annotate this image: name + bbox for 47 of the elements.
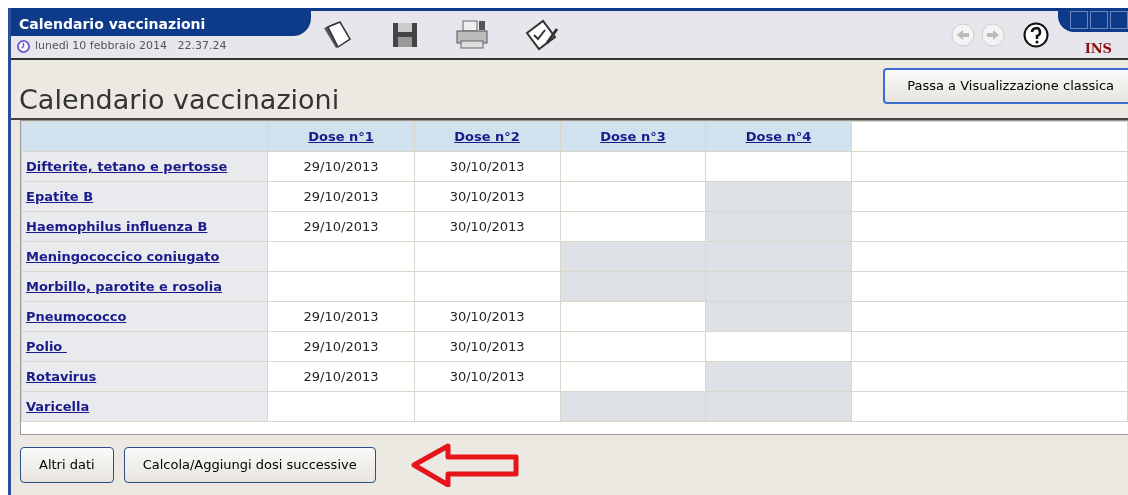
date-time: lunedì 10 febbraio 2014 22.37.24 (35, 38, 227, 54)
close-button[interactable] (1110, 11, 1128, 29)
window-title: Calendario vaccinazioni (11, 11, 311, 36)
dose-cell[interactable] (560, 361, 706, 392)
dose-cell[interactable]: 29/10/2013 (267, 151, 415, 182)
save-icon[interactable] (391, 20, 419, 49)
vaccine-link[interactable]: Rotavirus (26, 369, 97, 385)
checklist-icon[interactable] (525, 18, 559, 51)
dose-cell[interactable] (560, 211, 706, 242)
dose-cell[interactable]: 29/10/2013 (267, 361, 415, 392)
minimize-button[interactable] (1070, 11, 1088, 29)
vaccine-link[interactable]: Epatite B (26, 189, 94, 205)
dose-cell[interactable] (267, 271, 415, 302)
page-title: Calendario vaccinazioni (19, 83, 340, 118)
dose-cell[interactable] (414, 271, 561, 302)
dose-cell[interactable]: 29/10/2013 (267, 181, 415, 212)
dose-cell[interactable] (267, 391, 415, 422)
dose-cell[interactable]: 29/10/2013 (267, 301, 415, 332)
dose-cell[interactable] (267, 241, 415, 272)
dose-cell[interactable] (560, 301, 706, 332)
dose-cell[interactable]: 30/10/2013 (414, 211, 561, 242)
printer-icon[interactable] (455, 18, 489, 51)
forward-icon[interactable] (980, 22, 1005, 47)
calculate-doses-button[interactable]: Calcola/Aggiungi dosi successive (123, 447, 376, 483)
dose-cell[interactable]: 30/10/2013 (414, 301, 561, 332)
dose-cell[interactable]: 30/10/2013 (414, 151, 561, 182)
dose-cell[interactable]: 29/10/2013 (267, 211, 415, 242)
vaccine-link[interactable]: Polio (26, 339, 67, 355)
dose-cell[interactable]: 29/10/2013 (267, 331, 415, 362)
vaccine-link[interactable]: Varicella (26, 399, 90, 415)
dose-cell[interactable]: 30/10/2013 (414, 181, 561, 212)
dose-cell[interactable] (705, 151, 852, 182)
dose-cell[interactable] (705, 331, 852, 362)
dose-cell[interactable] (560, 181, 706, 212)
mode-indicator: INS (1084, 39, 1112, 58)
back-icon[interactable] (950, 22, 975, 47)
dose-cell[interactable]: 30/10/2013 (414, 361, 561, 392)
dose-cell[interactable] (414, 241, 561, 272)
help-icon[interactable] (1022, 21, 1049, 48)
dose-cell[interactable] (560, 151, 706, 182)
classic-view-button[interactable]: Passa a Visualizzazione classica (883, 68, 1128, 104)
maximize-button[interactable] (1090, 11, 1108, 29)
dose-cell[interactable]: 30/10/2013 (414, 331, 561, 362)
dose-cell[interactable] (414, 391, 561, 422)
clock-icon (17, 39, 30, 53)
dose-cell[interactable] (560, 331, 706, 362)
more-data-button[interactable]: Altri dati (20, 447, 114, 483)
